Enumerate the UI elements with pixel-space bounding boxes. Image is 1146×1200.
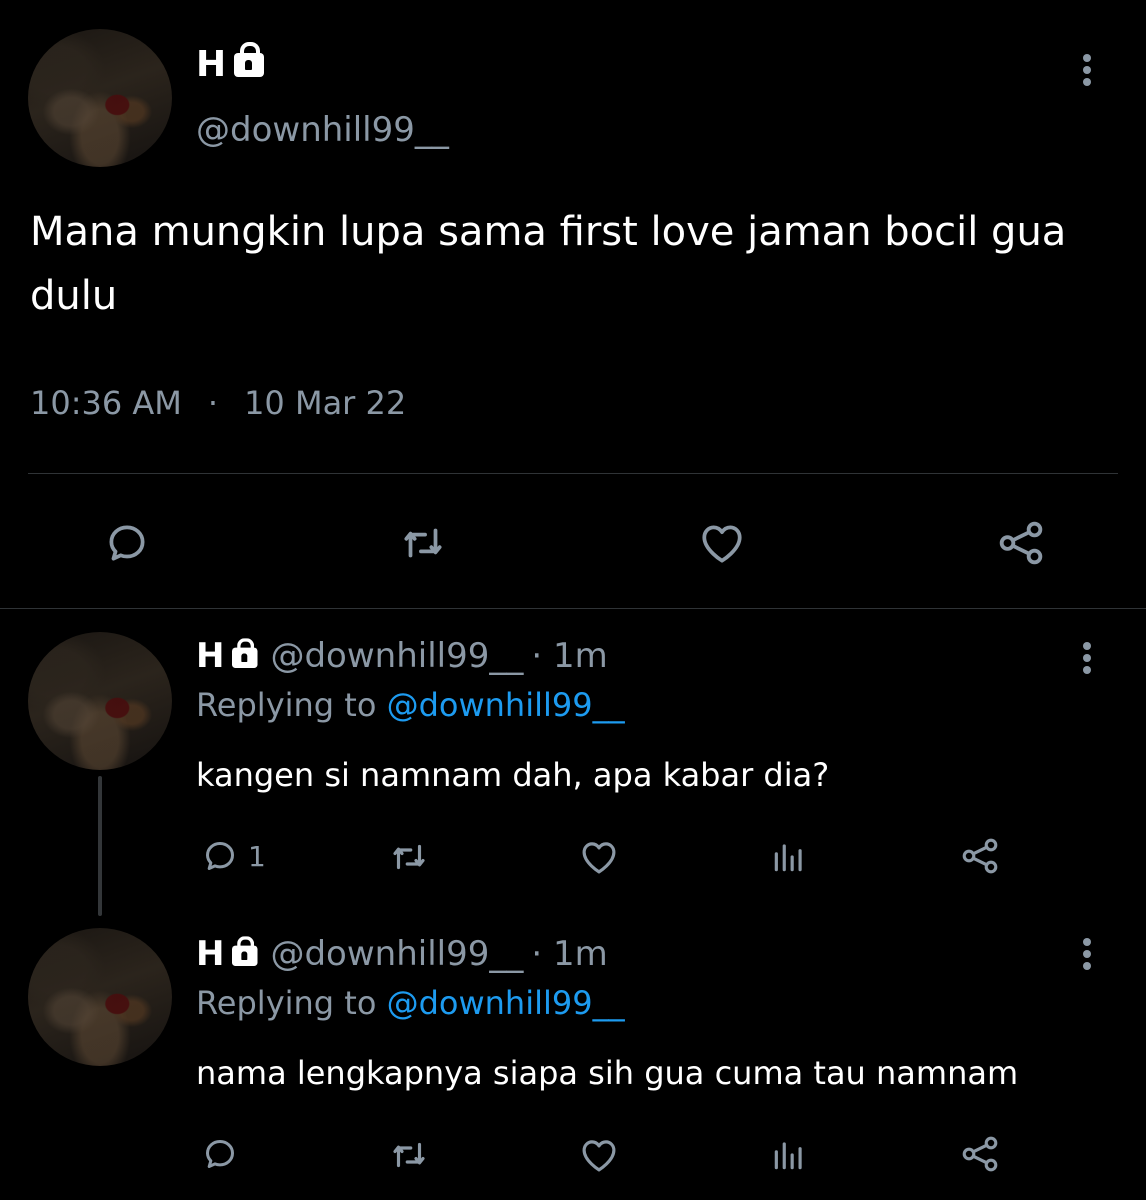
author-handle[interactable]: @downhill99__	[270, 636, 523, 676]
replying-to-handle[interactable]: @downhill99__	[387, 984, 625, 1022]
more-options-icon[interactable]	[1078, 640, 1096, 676]
like-icon	[582, 842, 616, 874]
replying-to: Replying to @downhill99__	[196, 984, 625, 1022]
reply-icon	[206, 842, 234, 870]
like-icon	[582, 1140, 616, 1172]
reply-button[interactable]: 1	[200, 836, 266, 876]
share-icon	[999, 521, 1043, 565]
author-handle[interactable]: @downhill99__	[270, 934, 523, 974]
lock-icon	[232, 638, 258, 668]
reply-icon	[109, 525, 145, 561]
author-name: H	[196, 934, 225, 974]
tweet-time: 10:36 AM	[30, 384, 182, 422]
replying-to-handle[interactable]: @downhill99__	[387, 686, 625, 724]
like-button[interactable]	[578, 1134, 620, 1176]
tweet-date: 10 Mar 22	[244, 384, 407, 422]
author-name-row: H	[196, 41, 265, 85]
retweet-button[interactable]	[388, 836, 430, 878]
analytics-icon	[774, 844, 802, 872]
analytics-icon	[774, 1142, 802, 1170]
separator-dot: ·	[207, 384, 219, 422]
tweet-timestamp[interactable]: 10:36 AM · 10 Mar 22	[30, 384, 406, 422]
share-icon	[962, 1136, 998, 1172]
share-button[interactable]	[994, 516, 1048, 570]
lock-icon	[232, 936, 258, 966]
analytics-button[interactable]	[770, 838, 808, 876]
lock-icon	[234, 41, 265, 77]
reply-header: H @downhill99__ · 1m	[196, 636, 608, 676]
replying-to-label: Replying to	[196, 984, 377, 1022]
reply-header: H @downhill99__ · 1m	[196, 934, 608, 974]
replying-to: Replying to @downhill99__	[196, 686, 625, 724]
share-button[interactable]	[958, 1132, 1002, 1176]
analytics-button[interactable]	[770, 1136, 808, 1174]
like-button[interactable]	[696, 518, 748, 568]
share-button[interactable]	[958, 834, 1002, 878]
reply-button[interactable]	[102, 518, 152, 568]
thread-line	[98, 776, 102, 916]
divider	[0, 608, 1146, 609]
reply-count: 1	[248, 839, 266, 873]
reply-button[interactable]	[200, 1134, 248, 1174]
reply-text: kangen si namnam dah, apa kabar dia?	[196, 756, 830, 794]
retweet-icon	[393, 1142, 425, 1168]
avatar[interactable]	[28, 632, 172, 770]
retweet-button[interactable]	[388, 1134, 430, 1176]
replying-to-label: Replying to	[196, 686, 377, 724]
like-icon	[702, 525, 742, 563]
reply-age: · 1m	[531, 636, 608, 676]
reply-age: · 1m	[531, 934, 608, 974]
avatar[interactable]	[28, 928, 172, 1066]
author-name: H	[196, 44, 227, 85]
reply-text: nama lengkapnya siapa sih gua cuma tau n…	[196, 1054, 1019, 1092]
author-handle[interactable]: @downhill99__	[196, 110, 449, 150]
retweet-icon	[404, 528, 442, 558]
more-options-icon[interactable]	[1078, 52, 1096, 88]
reply-icon	[206, 1140, 234, 1168]
avatar[interactable]	[28, 29, 172, 167]
share-icon	[962, 838, 998, 874]
like-button[interactable]	[578, 836, 620, 878]
tweet-text: Mana mungkin lupa sama first love jaman …	[30, 209, 1067, 319]
more-options-icon[interactable]	[1078, 936, 1096, 972]
retweet-icon	[393, 844, 425, 870]
divider	[28, 473, 1118, 474]
author-name: H	[196, 636, 225, 676]
retweet-button[interactable]	[398, 518, 448, 568]
